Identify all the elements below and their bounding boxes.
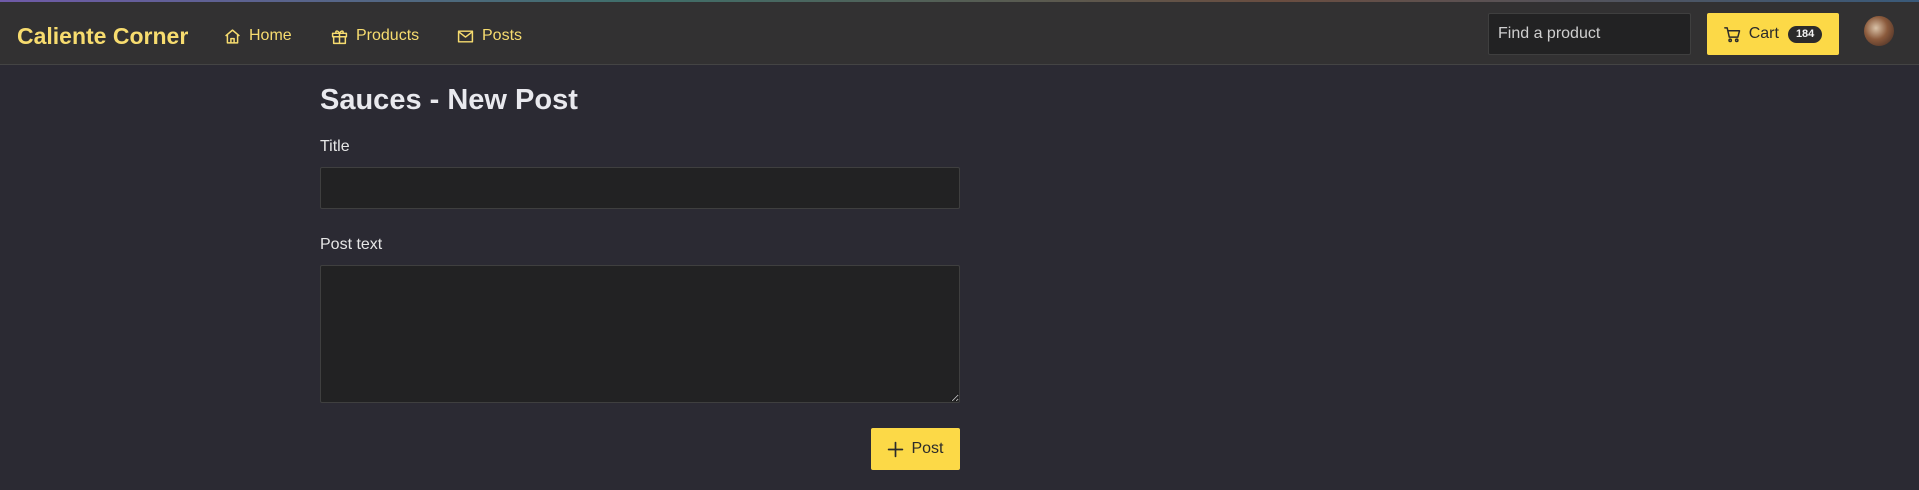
- post-text-textarea[interactable]: [320, 265, 960, 403]
- nav-posts[interactable]: Posts: [457, 24, 522, 48]
- cart-label: Cart: [1748, 25, 1779, 42]
- brand-logo[interactable]: Caliente Corner: [17, 22, 188, 50]
- home-icon: [225, 28, 240, 44]
- nav-home[interactable]: Home: [224, 24, 292, 48]
- page-title: Sauces - New Post: [320, 84, 578, 116]
- post-submit-label: Post: [911, 440, 944, 457]
- title-input[interactable]: [320, 167, 960, 209]
- nav-products[interactable]: Products: [331, 24, 419, 48]
- gift-icon: [331, 29, 348, 44]
- nav-posts-label: Posts: [482, 27, 523, 44]
- nav-home-label: Home: [249, 27, 292, 44]
- cart-button[interactable]: Cart 184: [1707, 13, 1839, 55]
- search-input[interactable]: [1488, 13, 1691, 55]
- user-avatar[interactable]: [1864, 16, 1894, 46]
- nav-products-label: Products: [356, 27, 420, 44]
- post-submit-button[interactable]: Post: [871, 428, 960, 470]
- plus-icon: [888, 441, 904, 457]
- post-text-label: Post text: [320, 236, 383, 253]
- cart-icon: [1723, 26, 1740, 42]
- navbar: Caliente Corner Home Products Posts Find…: [0, 2, 1919, 65]
- title-label: Title: [320, 138, 350, 155]
- cart-count-badge: 184: [1787, 25, 1823, 43]
- envelope-icon: [457, 29, 474, 43]
